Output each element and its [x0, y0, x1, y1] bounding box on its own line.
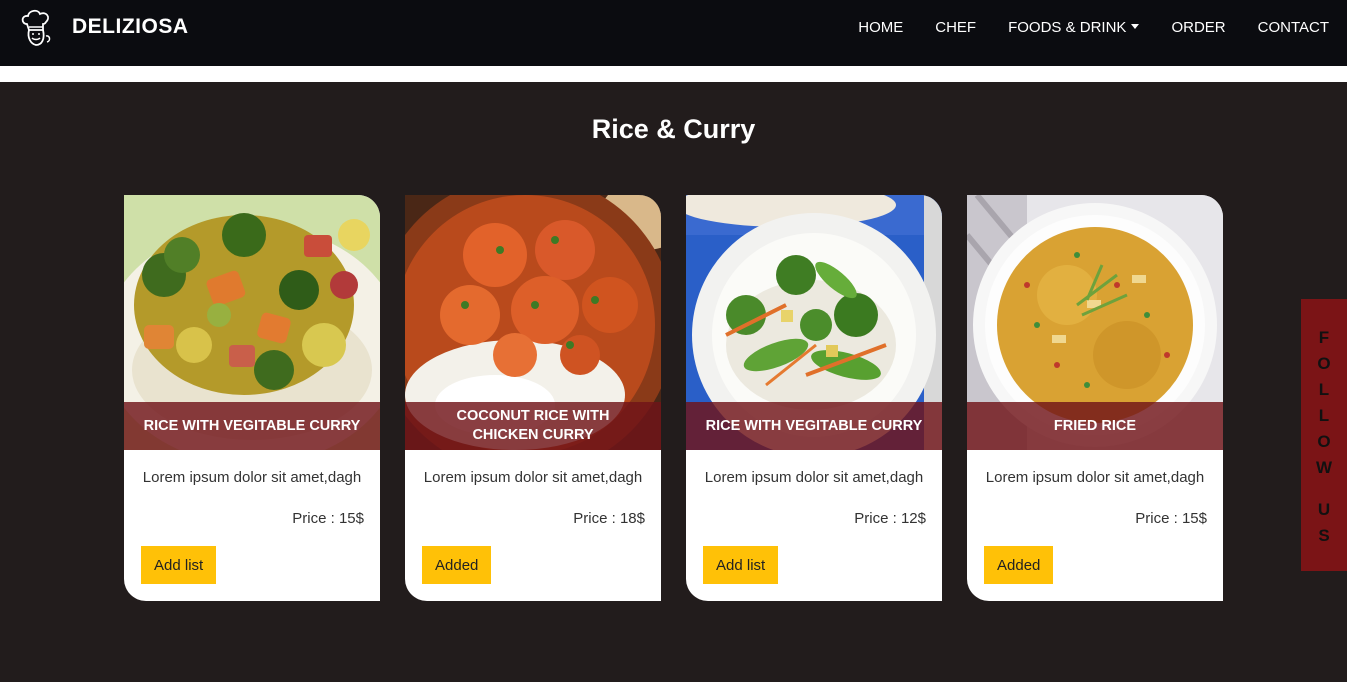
follow-letter: O — [1317, 432, 1331, 451]
nav-order-label: ORDER — [1171, 19, 1226, 36]
nav-home[interactable]: HOME — [858, 19, 903, 36]
card-title: COCONUT RICE WITH CHICKEN CURRY — [405, 402, 661, 450]
main-nav: HOME CHEF FOODS & DRINK ORDER CONTACT — [826, 19, 1329, 36]
food-card: FRIED RICE Lorem ipsum dolor sit amet,da… — [967, 195, 1223, 601]
food-card: RICE WITH VEGITABLE CURRY Lorem ipsum do… — [124, 195, 380, 601]
divider-strip — [0, 66, 1347, 82]
food-card-list: RICE WITH VEGITABLE CURRY Lorem ipsum do… — [124, 195, 1223, 601]
card-price: Price : 15$ — [1135, 510, 1207, 527]
add-list-button[interactable]: Add list — [141, 546, 217, 584]
added-button[interactable]: Added — [984, 546, 1054, 584]
caret-down-icon — [1131, 24, 1140, 29]
nav-foods-drink-label: FOODS & DRINK — [1008, 19, 1127, 36]
nav-contact[interactable]: CONTACT — [1258, 19, 1329, 36]
brand-name: DELIZIOSA — [72, 14, 189, 38]
card-description: Lorem ipsum dolor sit amet,dagh — [423, 469, 643, 486]
follow-letter: F — [1318, 328, 1330, 347]
brand[interactable]: DELIZIOSA — [18, 8, 189, 48]
follow-letter: L — [1318, 380, 1330, 399]
follow-letter: W — [1315, 458, 1333, 477]
nav-contact-label: CONTACT — [1257, 19, 1329, 36]
follow-letter: O — [1317, 354, 1331, 373]
card-title: RICE WITH VEGITABLE CURRY — [686, 402, 942, 450]
card-price: Price : 18$ — [573, 510, 645, 527]
nav-chef-label: CHEF — [935, 19, 977, 36]
follow-letter: L — [1318, 406, 1330, 425]
chef-hat-icon — [21, 9, 51, 46]
follow-letter: S — [1318, 526, 1330, 545]
card-title: FRIED RICE — [967, 402, 1223, 450]
card-price: Price : 15$ — [292, 510, 364, 527]
nav-foods-drink-dropdown[interactable]: FOODS & DRINK — [1008, 19, 1140, 36]
follow-letter: U — [1317, 500, 1331, 519]
added-button[interactable]: Added — [422, 546, 492, 584]
section-title: Rice & Curry — [591, 114, 756, 144]
navbar: DELIZIOSA HOME CHEF FOODS & DRINK ORDER … — [0, 0, 1347, 66]
card-title: RICE WITH VEGITABLE CURRY — [124, 402, 380, 450]
nav-chef[interactable]: CHEF — [935, 19, 976, 36]
card-description: Lorem ipsum dolor sit amet,dagh — [704, 469, 924, 486]
card-price: Price : 12$ — [854, 510, 926, 527]
nav-home-label: HOME — [858, 19, 904, 36]
food-card: RICE WITH VEGITABLE CURRY Lorem ipsum do… — [686, 195, 942, 601]
nav-order[interactable]: ORDER — [1171, 19, 1225, 36]
card-description: Lorem ipsum dolor sit amet,dagh — [142, 469, 362, 486]
follow-us-tab[interactable]: F O L L O W U S — [1301, 299, 1347, 571]
add-list-button[interactable]: Add list — [703, 546, 779, 584]
card-description: Lorem ipsum dolor sit amet,dagh — [985, 469, 1205, 486]
food-card: COCONUT RICE WITH CHICKEN CURRY Lorem ip… — [405, 195, 661, 601]
